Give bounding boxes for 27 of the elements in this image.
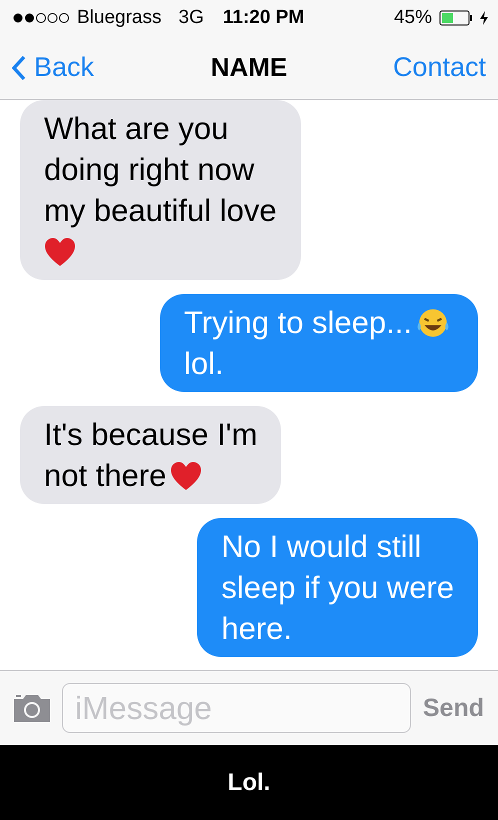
heart-icon [44,236,76,266]
message-text: What are you [44,110,228,148]
camera-icon [12,693,52,723]
conversation-title: NAME [210,52,288,83]
back-button[interactable]: Back [12,52,94,83]
status-time: 11:20 PM [222,7,304,29]
message-text: Trying to sleep... [184,304,412,342]
message-text: No I would still [221,528,422,566]
message-text: my beautiful love [44,192,277,230]
laughing-face-icon [416,306,450,338]
battery-icon [439,10,473,26]
carrier-name: Bluegrass [77,7,162,29]
network-type: 3G [178,7,204,29]
message-text: sleep if you were [221,569,454,607]
caption-text: Lol. [0,745,498,820]
message-text: not there [44,457,166,495]
message-text: doing right now [44,151,254,189]
contact-button[interactable]: Contact [392,52,486,83]
message-text: lol. [184,345,224,383]
battery-percent: 45% [394,7,432,29]
signal-icon [12,12,70,24]
chevron-left-icon [12,54,26,80]
message-text: here. [221,610,292,648]
charging-icon [480,11,488,25]
heart-icon [170,460,202,490]
back-label: Back [34,52,94,83]
message-text: It's because I'm [44,416,258,454]
